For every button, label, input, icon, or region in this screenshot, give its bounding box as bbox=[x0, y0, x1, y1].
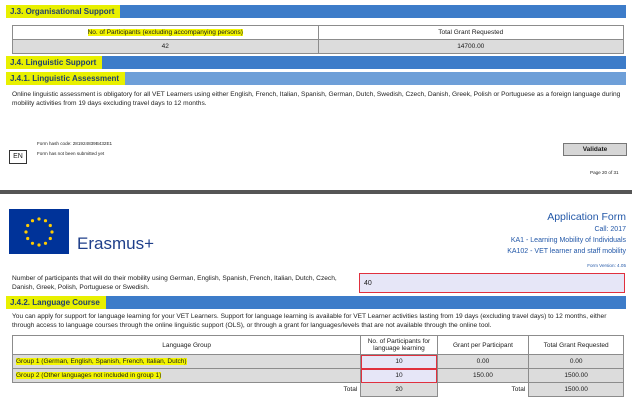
linguistic-assessment-text: Online linguistic assessment is obligato… bbox=[12, 91, 621, 107]
participants-question: Number of participants that will do thei… bbox=[12, 275, 337, 291]
table-row: Group 1 (German, English, Spanish, Frenc… bbox=[11, 354, 624, 369]
application-form-title: Application Form bbox=[547, 211, 626, 223]
form-hash: Form hash code: 281924839B432E1 bbox=[37, 141, 113, 146]
action-type: KA102 - VET learner and staff mobility bbox=[507, 248, 626, 255]
section-j41-bar: J.4.1. Linguistic Assessment bbox=[6, 72, 626, 85]
group-1-total: 0.00 bbox=[528, 354, 624, 369]
section-j42-title: J.4.2. Language Course bbox=[6, 296, 106, 309]
total-participants: 20 bbox=[360, 382, 438, 397]
section-j3-bar: J.3. Organisational Support bbox=[6, 5, 626, 18]
section-j4-bar: J.4. Linguistic Support bbox=[6, 56, 626, 69]
erasmus-brand: Erasmus+ bbox=[77, 234, 154, 253]
j3-participants-value: 42 bbox=[12, 39, 319, 54]
page-divider bbox=[0, 190, 632, 194]
group-2-total: 1500.00 bbox=[528, 368, 624, 383]
col-language-group: Language Group bbox=[11, 335, 362, 355]
group-2-grant-per: 150.00 bbox=[436, 368, 530, 383]
total-grant: 1500.00 bbox=[528, 382, 624, 397]
form-status: Form has not been submitted yet bbox=[37, 151, 105, 156]
table-total-row: Total 20 Total 1500.00 bbox=[12, 382, 624, 397]
group-1-grant-per: 0.00 bbox=[436, 354, 530, 369]
col-grant-per-participant: Grant per Participant bbox=[436, 335, 530, 355]
j3-col-participants: No. of Participants (excluding accompany… bbox=[12, 25, 319, 40]
organisational-support-table: No. of Participants (excluding accompany… bbox=[12, 25, 624, 54]
section-j41-title: J.4.1. Linguistic Assessment bbox=[6, 72, 126, 85]
eu-stars-icon bbox=[24, 217, 54, 247]
group-2-participants-field[interactable]: 10 bbox=[360, 368, 438, 383]
table-row: Group 2 (Other languages not included in… bbox=[11, 368, 624, 383]
group-2-label: Group 2 (Other languages not included in… bbox=[11, 368, 362, 383]
section-j4-title: J.4. Linguistic Support bbox=[6, 56, 103, 69]
key-action: KA1 - Learning Mobility of Individuals bbox=[510, 237, 626, 244]
section-j42-bar: J.4.2. Language Course bbox=[6, 296, 626, 309]
group-1-label: Group 1 (German, English, Spanish, Frenc… bbox=[11, 354, 362, 369]
total-label: Total bbox=[12, 382, 362, 397]
j3-col-grant: Total Grant Requested bbox=[317, 25, 624, 40]
section-j3-title: J.3. Organisational Support bbox=[6, 5, 121, 18]
page-number: Page 20 of 31 bbox=[590, 170, 619, 175]
language-course-table: Language Group No. of Participants for l… bbox=[11, 335, 624, 397]
validate-button[interactable]: Validate bbox=[563, 143, 627, 156]
lang-badge[interactable]: EN bbox=[9, 150, 27, 164]
j3-grant-value: 14700.00 bbox=[317, 39, 624, 54]
eu-flag-logo bbox=[9, 209, 69, 254]
form-version: Form Version: 4.05 bbox=[587, 263, 626, 268]
language-course-text: You can apply for support for language l… bbox=[12, 313, 607, 329]
group-1-participants-field[interactable]: 10 bbox=[360, 354, 438, 369]
total-label-2: Total bbox=[436, 382, 530, 397]
participants-count-field[interactable]: 40 bbox=[359, 273, 625, 293]
col-participants: No. of Participants for language learnin… bbox=[360, 335, 438, 355]
call-year: Call: 2017 bbox=[594, 226, 626, 233]
col-total-grant: Total Grant Requested bbox=[528, 335, 624, 355]
